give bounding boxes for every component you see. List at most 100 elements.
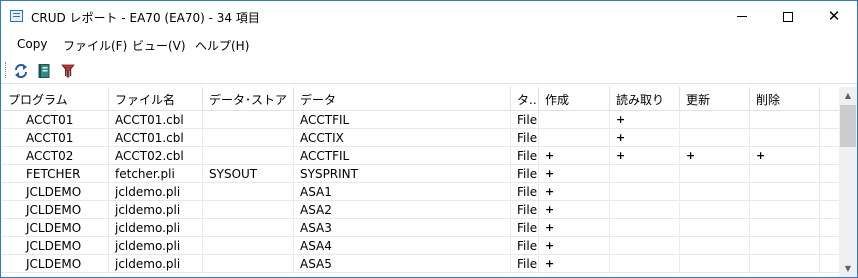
menu-view[interactable]: ビュー(V) xyxy=(132,37,186,54)
cell-create: + xyxy=(539,237,610,255)
cell-filename: jcldemo.pli xyxy=(109,201,203,219)
cell-read xyxy=(610,219,680,237)
cell-datastore xyxy=(203,255,294,273)
close-button[interactable]: ✕ xyxy=(811,1,857,32)
app-icon xyxy=(10,10,23,22)
cell-type: File xyxy=(511,165,539,183)
caret-up-icon: ▲ xyxy=(844,91,852,100)
caret-down-icon: ▼ xyxy=(844,264,852,273)
filter-button[interactable] xyxy=(58,61,78,80)
cell-create: + xyxy=(539,201,610,219)
cell-type: File xyxy=(511,129,539,147)
cell-data: SYSPRINT xyxy=(294,165,511,183)
table-row[interactable]: ACCT02 ACCT02.cbl ACCTFIL File + + + + xyxy=(2,147,839,165)
cell-read xyxy=(610,255,680,273)
cell-program: FETCHER xyxy=(2,165,109,183)
refresh-icon xyxy=(15,63,27,78)
cell-data: ASA5 xyxy=(294,255,511,273)
crud-report-window: CRUD レポート - EA70 (EA70) - 34 項目 ✕ Copy フ… xyxy=(0,0,858,278)
cell-read xyxy=(610,237,680,255)
col-header-update[interactable]: 更新 xyxy=(680,87,750,111)
col-header-data[interactable]: データ xyxy=(294,87,511,111)
cell-delete xyxy=(750,255,820,273)
cell-type: File xyxy=(511,201,539,219)
cell-datastore xyxy=(203,183,294,201)
cell-filename: ACCT01.cbl xyxy=(109,111,203,129)
crud-table: プログラム ファイル名 データ･ストア データ タ.. 作成 読み取り 更新 削… xyxy=(2,87,839,277)
cell-program: JCLDEMO xyxy=(2,255,109,273)
col-header-datastore[interactable]: データ･ストア xyxy=(203,87,294,111)
table-row[interactable]: FETCHER fetcher.pli SYSOUT SYSPRINT File… xyxy=(2,165,839,183)
cell-datastore xyxy=(203,147,294,165)
cell-update xyxy=(680,201,750,219)
book-button[interactable] xyxy=(34,61,54,80)
cell-update xyxy=(680,129,750,147)
cell-update xyxy=(680,237,750,255)
cell-read xyxy=(610,183,680,201)
window-title: CRUD レポート - EA70 (EA70) - 34 項目 xyxy=(31,11,260,25)
cell-update xyxy=(680,219,750,237)
vertical-scrollbar[interactable]: ▲ ▼ xyxy=(839,87,857,277)
cell-create: + xyxy=(539,183,610,201)
title-bar[interactable]: CRUD レポート - EA70 (EA70) - 34 項目 ✕ xyxy=(1,1,857,32)
cell-filename: jcldemo.pli xyxy=(109,183,203,201)
table-header: プログラム ファイル名 データ･ストア データ タ.. 作成 読み取り 更新 削… xyxy=(2,87,839,111)
cell-delete xyxy=(750,201,820,219)
table-row[interactable]: JCLDEMO jcldemo.pli ASA2 File + xyxy=(2,201,839,219)
cell-type: File xyxy=(511,255,539,273)
cell-create: + xyxy=(539,165,610,183)
col-header-create[interactable]: 作成 xyxy=(539,87,610,111)
refresh-button[interactable] xyxy=(11,61,31,80)
cell-program: ACCT01 xyxy=(2,129,109,147)
col-header-program[interactable]: プログラム xyxy=(2,87,109,111)
col-header-filename[interactable]: ファイル名 xyxy=(109,87,203,111)
col-header-filler xyxy=(820,87,839,111)
cell-update xyxy=(680,183,750,201)
cell-update xyxy=(680,111,750,129)
minimize-button[interactable] xyxy=(719,1,765,32)
close-icon: ✕ xyxy=(827,7,841,25)
col-header-type[interactable]: タ.. xyxy=(511,87,539,111)
cell-filename: jcldemo.pli xyxy=(109,237,203,255)
book-icon xyxy=(38,63,50,78)
cell-update xyxy=(680,255,750,273)
maximize-button[interactable] xyxy=(765,1,811,32)
table-row[interactable]: JCLDEMO jcldemo.pli ASA4 File + xyxy=(2,237,839,255)
cell-type: File xyxy=(511,219,539,237)
cell-filename: jcldemo.pli xyxy=(109,255,203,273)
cell-data: ASA2 xyxy=(294,201,511,219)
cell-datastore xyxy=(203,129,294,147)
cell-create xyxy=(539,129,610,147)
menu-file[interactable]: ファイル(F) xyxy=(63,37,127,54)
cell-data: ASA1 xyxy=(294,183,511,201)
cell-create: + xyxy=(539,219,610,237)
menu-help[interactable]: ヘルプ(H) xyxy=(195,37,249,54)
cell-type: File xyxy=(511,111,539,129)
table-row[interactable]: ACCT01 ACCT01.cbl ACCTFIL File + xyxy=(2,111,839,129)
filter-icon xyxy=(61,64,75,77)
cell-program: JCLDEMO xyxy=(2,201,109,219)
scroll-down-button[interactable]: ▼ xyxy=(839,260,857,277)
cell-read xyxy=(610,201,680,219)
cell-read: + xyxy=(610,129,680,147)
minimize-icon xyxy=(737,16,747,17)
cell-datastore xyxy=(203,111,294,129)
cell-program: ACCT01 xyxy=(2,111,109,129)
cell-program: ACCT02 xyxy=(2,147,109,165)
table-row[interactable]: JCLDEMO jcldemo.pli ASA3 File + xyxy=(2,219,839,237)
col-header-delete[interactable]: 削除 xyxy=(750,87,820,111)
table-row[interactable]: JCLDEMO jcldemo.pli ASA5 File + xyxy=(2,255,839,273)
menu-copy[interactable]: Copy xyxy=(17,37,47,51)
cell-read xyxy=(610,165,680,183)
cell-delete xyxy=(750,165,820,183)
cell-filename: ACCT02.cbl xyxy=(109,147,203,165)
menu-bar: Copy ファイル(F) ビュー(V) ヘルプ(H) xyxy=(1,33,857,55)
table-row[interactable]: ACCT01 ACCT01.cbl ACCTIX File + xyxy=(2,129,839,147)
toolbar-grip[interactable] xyxy=(5,62,7,78)
col-header-read[interactable]: 読み取り xyxy=(610,87,680,111)
cell-data: ACCTIX xyxy=(294,129,511,147)
table-row[interactable]: JCLDEMO jcldemo.pli ASA1 File + xyxy=(2,183,839,201)
cell-read: + xyxy=(610,147,680,165)
scrollbar-thumb[interactable] xyxy=(840,105,856,147)
scroll-up-button[interactable]: ▲ xyxy=(839,87,857,104)
